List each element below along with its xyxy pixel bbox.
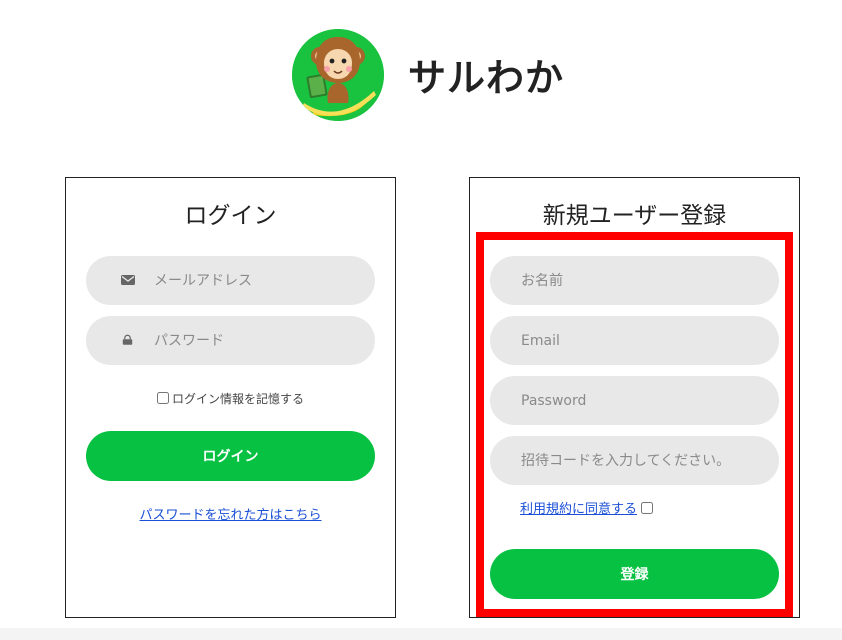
brand-logo: サルわか [292, 29, 582, 123]
register-name-input[interactable] [490, 256, 779, 305]
login-email-input[interactable] [86, 256, 375, 305]
remember-me-checkbox[interactable] [156, 392, 169, 404]
register-invite-code-field [490, 436, 779, 485]
register-panel: 新規ユーザー登録 利用規約に同意する 登録 [469, 177, 800, 618]
register-button[interactable]: 登録 [490, 549, 779, 599]
register-email-input[interactable] [490, 316, 779, 365]
forgot-password-link[interactable]: パスワードを忘れた方はこちら [139, 508, 321, 523]
login-button[interactable]: ログイン [86, 431, 375, 481]
register-password-field [490, 376, 779, 425]
login-password-field [86, 316, 375, 365]
register-password-input[interactable] [490, 376, 779, 425]
terms-agreement: 利用規約に同意する [520, 498, 654, 517]
footer-strip [0, 628, 842, 640]
brand-name: サルわか [408, 56, 565, 100]
login-panel: ログイン ログイン情報を記憶する ログイン パスワードを忘れた方はこちら [65, 177, 396, 618]
login-email-field [86, 256, 375, 305]
register-email-field [490, 316, 779, 365]
register-title: 新規ユーザー登録 [542, 203, 727, 229]
monkey-mascot-icon [292, 29, 384, 121]
register-invite-code-input[interactable] [490, 436, 779, 485]
terms-checkbox[interactable] [641, 502, 654, 514]
login-title: ログイン [184, 203, 277, 229]
forgot-password: パスワードを忘れた方はこちら [66, 504, 395, 523]
remember-me: ログイン情報を記憶する [66, 390, 395, 407]
remember-me-label: ログイン情報を記憶する [171, 392, 304, 406]
terms-link[interactable]: 利用規約に同意する [520, 502, 637, 517]
register-name-field [490, 256, 779, 305]
login-password-input[interactable] [86, 316, 375, 365]
